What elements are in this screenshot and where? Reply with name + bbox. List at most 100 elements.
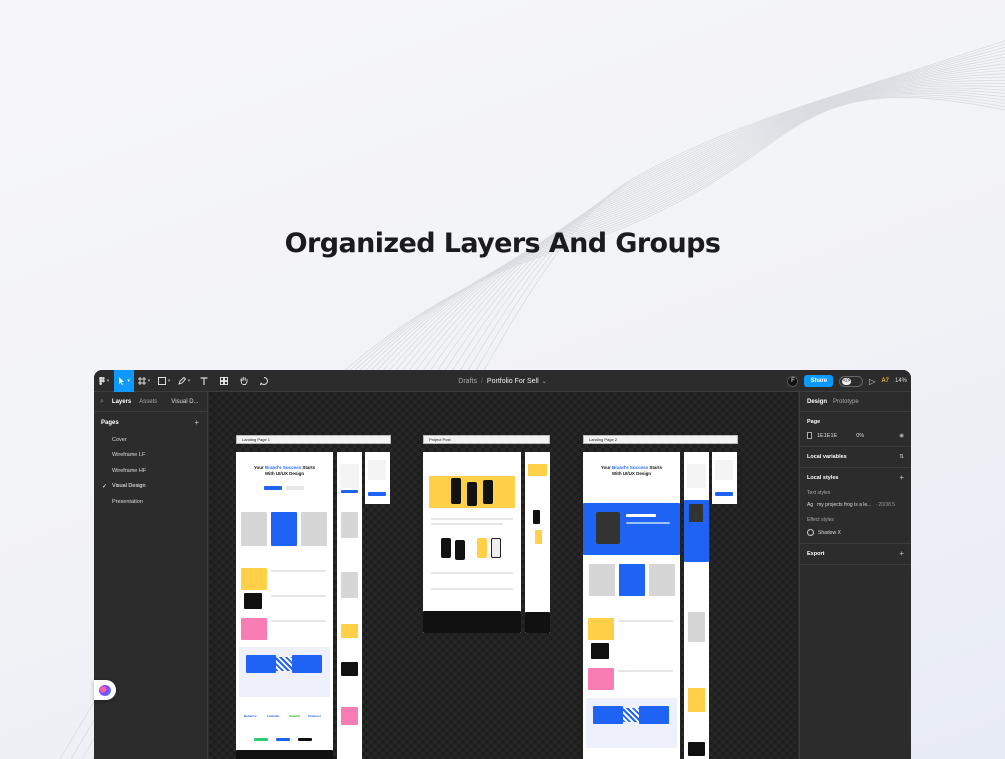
export-section: Export + — [800, 544, 911, 565]
current-page-selector[interactable]: Visual D... — [171, 399, 198, 405]
lp2-service-card — [589, 564, 615, 596]
file-name[interactable]: Portfolio For Sell — [487, 378, 539, 385]
page-item[interactable]: Presentation — [94, 494, 207, 510]
hand-tool-button[interactable] — [234, 370, 254, 392]
plugin-badge-button[interactable] — [94, 680, 116, 700]
eye-icon[interactable]: ◉ — [899, 433, 904, 439]
lp1-service-card — [301, 512, 327, 546]
frame-tool-button[interactable]: ▾ — [134, 370, 154, 392]
lp2-menu-cta — [715, 492, 733, 496]
move-tool-button[interactable]: ▾ — [114, 370, 134, 392]
lp1m-card — [341, 572, 358, 598]
share-button[interactable]: Share — [804, 375, 834, 387]
canvas[interactable]: Landing Page 1 Your Brand's Success Star… — [209, 392, 798, 759]
ppm-phone — [535, 530, 542, 544]
pp-phone-mockup — [483, 480, 493, 504]
frame-landing-page-2-mobile[interactable] — [684, 452, 709, 759]
lp2-menu-items — [715, 460, 733, 480]
logo-pinterest: Pinterest — [308, 714, 321, 718]
present-icon[interactable]: ▷ — [869, 377, 875, 386]
lp1-service-card-active — [271, 512, 297, 546]
pen-tool-button[interactable]: ▾ — [174, 370, 194, 392]
shadow-icon — [807, 529, 814, 536]
move-tool-icon — [119, 376, 125, 385]
lp1-menu-cta — [368, 492, 386, 496]
page-item-label: Presentation — [112, 498, 143, 505]
tab-layers[interactable]: Layers — [112, 399, 131, 405]
page-item[interactable]: ✓ Visual Design — [94, 479, 207, 495]
lp1-text-line — [271, 595, 326, 597]
frame-landing-page-1[interactable]: Your Brand's Success Starts With UI/UX D… — [236, 452, 333, 759]
frame-landing-page-1-mobile[interactable] — [337, 452, 362, 759]
lp1-project-thumb — [244, 593, 262, 609]
page-item[interactable]: Wireframe HF — [94, 463, 207, 479]
frame-landing-page-2[interactable]: Your Brand's Success Starts With UI/UX D… — [583, 452, 680, 759]
page-item-label: Visual Design — [112, 483, 146, 490]
text-tool-button[interactable] — [194, 370, 214, 392]
lp2-project-thumb — [591, 643, 609, 659]
brain-icon — [99, 684, 111, 696]
page-title: Page — [807, 419, 821, 425]
lp2-hero-brand: Brand's Success — [612, 465, 649, 470]
lp2-about-text — [626, 522, 670, 524]
toolbar-right: F Share </> ▷ A7 14% — [787, 370, 907, 392]
adjust-icon[interactable]: ⇅ — [899, 454, 904, 460]
lp2-hero-subtitle: With UI/UX Design — [611, 470, 652, 476]
lp2-hero-word-end: Starts — [649, 465, 663, 470]
breadcrumb-drafts[interactable]: Drafts — [458, 378, 477, 385]
text-style-icon: Ag — [807, 502, 814, 508]
lp1-secondary-button — [286, 486, 304, 490]
zoom-level[interactable]: 14% — [895, 378, 907, 384]
lp1m-project — [341, 707, 358, 725]
comment-tool-button[interactable] — [254, 370, 274, 392]
shape-tool-button[interactable]: ▾ — [154, 370, 174, 392]
add-page-button[interactable]: + — [194, 419, 199, 427]
page-opacity-value[interactable]: 0% — [856, 433, 864, 439]
page-item[interactable]: Wireframe LF — [94, 448, 207, 464]
pages-list: Cover Wireframe LF Wireframe HF ✓ Visual Des… — [94, 432, 207, 510]
logo-linkedin: LinkedIn — [267, 714, 280, 718]
lp2m-photo — [689, 504, 703, 522]
frame-project-post-mobile[interactable] — [525, 452, 550, 633]
file-menu-chevron-icon[interactable]: ⌄ — [542, 378, 547, 385]
main-menu-button[interactable]: ▾ — [94, 370, 114, 392]
local-styles-header: Local styles + — [807, 474, 904, 482]
page-color-value[interactable]: 1E1E1E — [817, 433, 837, 439]
dev-mode-icon: </> — [842, 377, 852, 385]
avatar[interactable]: F — [787, 375, 799, 387]
ai-assist-button[interactable]: A7 — [881, 378, 889, 384]
tab-prototype[interactable]: Prototype — [833, 399, 859, 405]
layers-panel: ⌕ Layers Assets Visual D... Pages + Cove… — [94, 392, 208, 759]
effect-style-item[interactable]: Shadow X — [807, 529, 904, 536]
frame-project-post[interactable] — [423, 452, 521, 633]
page-color-swatch[interactable] — [807, 432, 812, 439]
page-item[interactable]: Cover — [94, 432, 207, 448]
lp1-footer-button — [276, 738, 290, 741]
frame-tool-icon — [137, 376, 146, 385]
frame-landing-page-1-menu[interactable] — [365, 452, 390, 504]
frame-label-landing-page-1[interactable]: Landing Page 1 — [236, 435, 391, 444]
local-variables-row[interactable]: Local variables ⇅ — [807, 454, 904, 460]
resources-button[interactable] — [214, 370, 234, 392]
toolbar: ▾ ▾ ▾ ▾ ▾ Drafts / Portfolio For Sell ⌄ … — [94, 370, 911, 392]
design-panel: Design Prototype Page 1E1E1E 0% ◉ Local … — [799, 392, 911, 759]
export-label: Export — [807, 551, 825, 557]
tab-assets[interactable]: Assets — [139, 399, 157, 405]
left-panel-tabs: ⌕ Layers Assets Visual D... — [94, 392, 207, 412]
frame-label-project-post[interactable]: Project Post — [423, 435, 550, 444]
lp1-footer — [236, 750, 333, 759]
text-style-item[interactable]: Ag my projects frog is a le... · 20/38.5 — [807, 502, 904, 508]
search-icon[interactable]: ⌕ — [100, 398, 104, 406]
pp-text-line — [431, 588, 513, 590]
pp-phone-mockup — [451, 478, 461, 504]
frame-landing-page-2-menu[interactable] — [712, 452, 737, 504]
lp2-service-card-active — [619, 564, 645, 596]
add-style-button[interactable]: + — [899, 474, 904, 482]
frame-label-landing-page-2[interactable]: Landing Page 2 — [583, 435, 738, 444]
tab-design[interactable]: Design — [807, 399, 827, 405]
dev-mode-toggle[interactable]: </> — [839, 375, 864, 387]
ppm-hero — [528, 464, 547, 476]
add-export-button[interactable]: + — [899, 550, 904, 558]
lp1-hero-brand: Brand's Success — [265, 465, 302, 470]
lp1-hero-word-end: Starts — [302, 465, 316, 470]
